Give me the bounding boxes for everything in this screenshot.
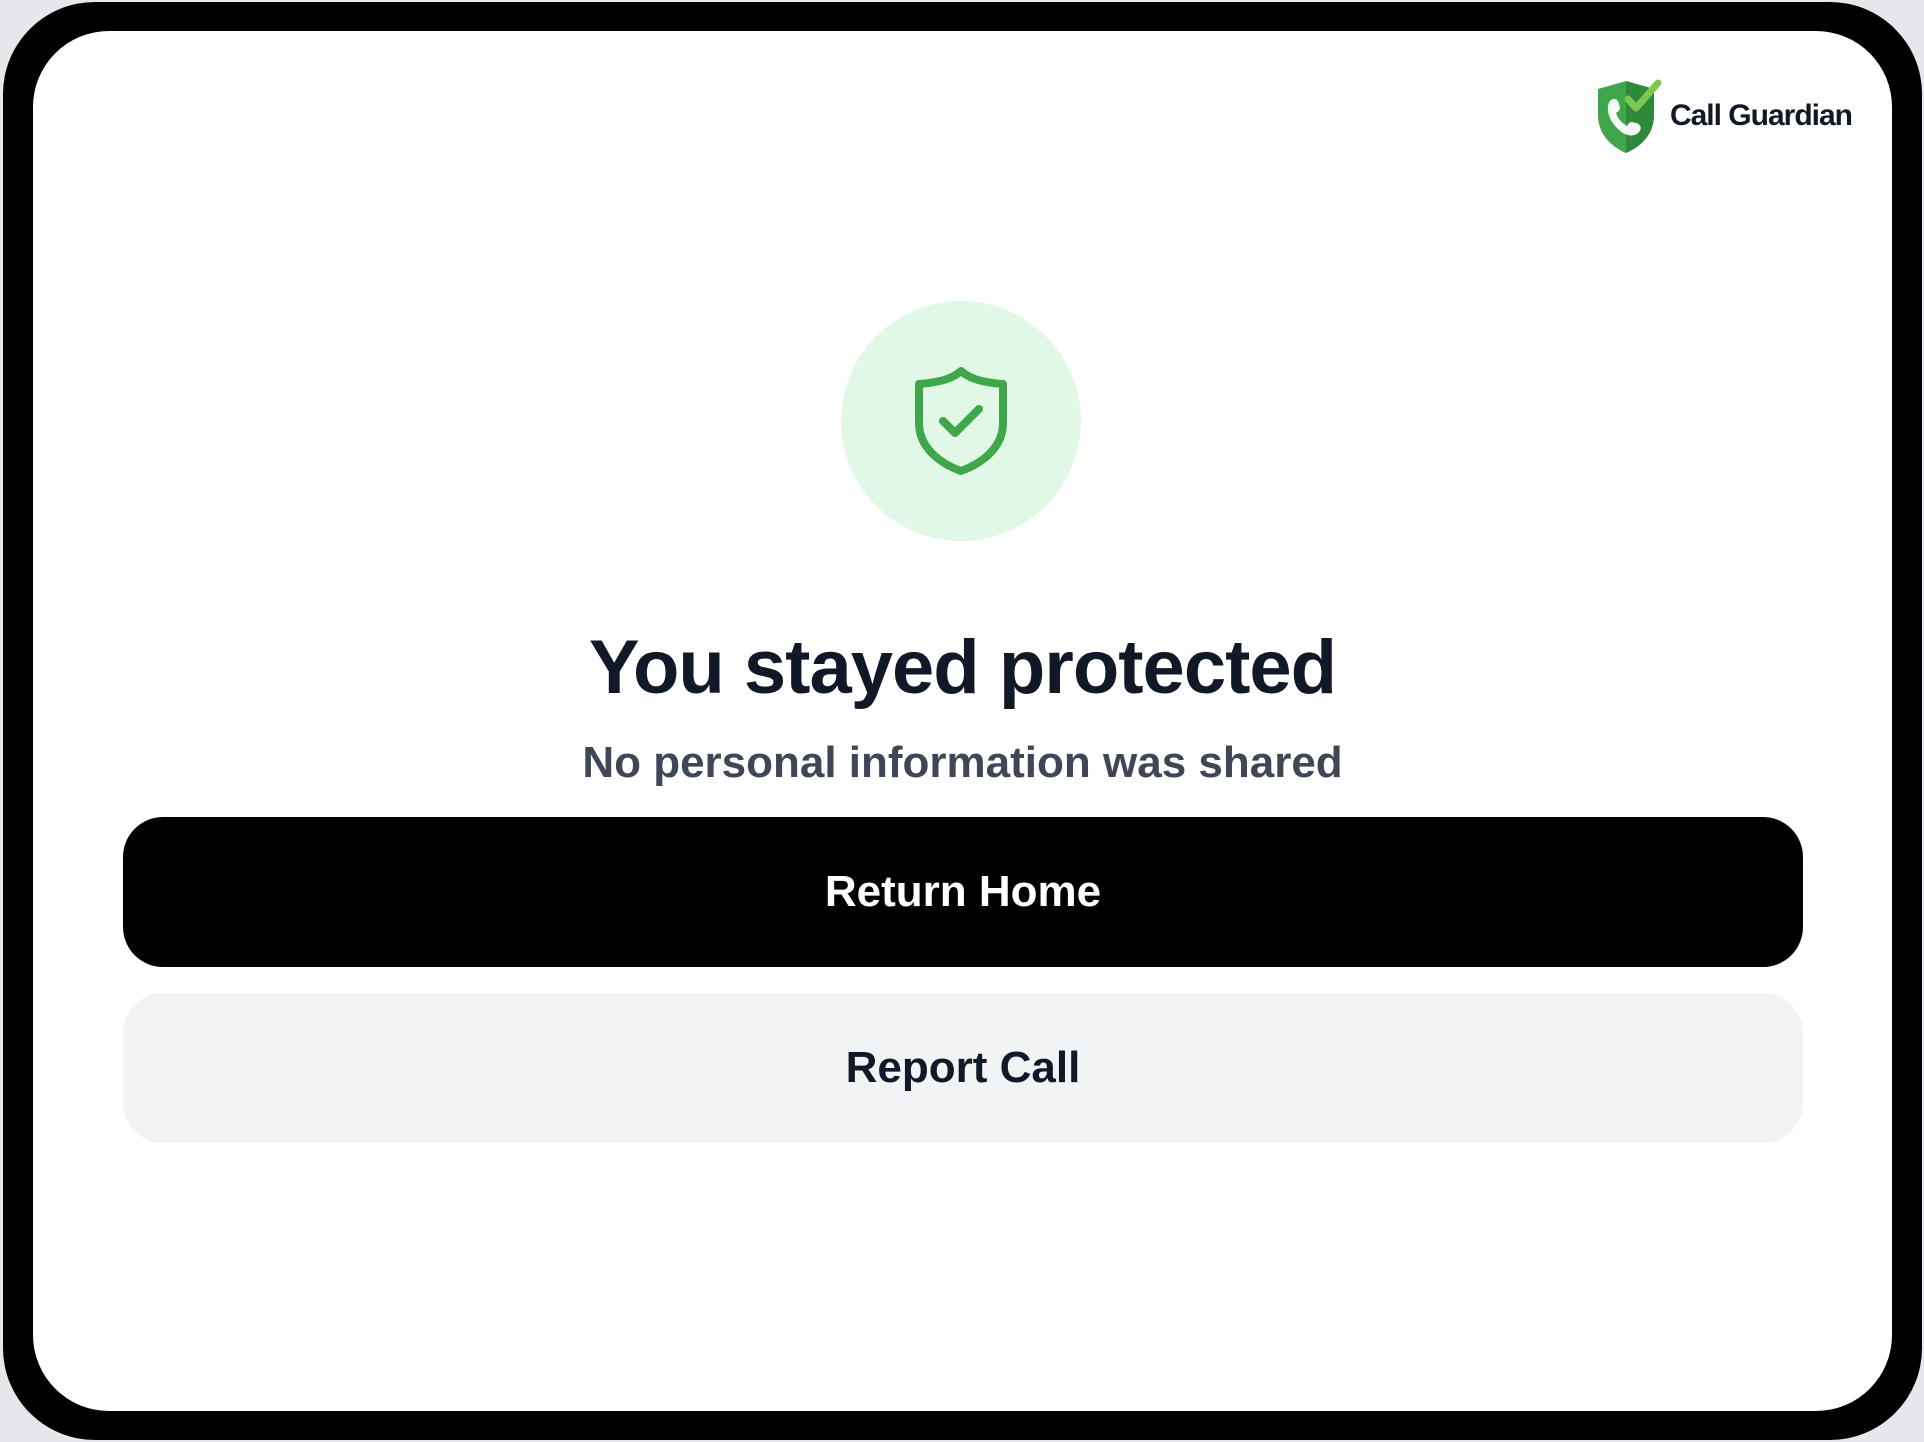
brand-name: Call Guardian	[1669, 99, 1853, 132]
shield-check-icon	[915, 367, 1007, 475]
shield-phone-check-icon	[1597, 79, 1662, 153]
page-subtitle: No personal information was shared	[582, 738, 1343, 787]
status-icon-circle	[841, 301, 1081, 541]
return-home-button[interactable]: Return Home	[123, 817, 1803, 967]
app-screen: Call Guardian You stayed protected No pe…	[33, 31, 1892, 1411]
report-call-button[interactable]: Report Call	[123, 993, 1803, 1143]
device-frame: Call Guardian You stayed protected No pe…	[3, 2, 1922, 1440]
brand-header: Call Guardian	[1592, 77, 1853, 155]
page-title: You stayed protected	[588, 625, 1337, 710]
